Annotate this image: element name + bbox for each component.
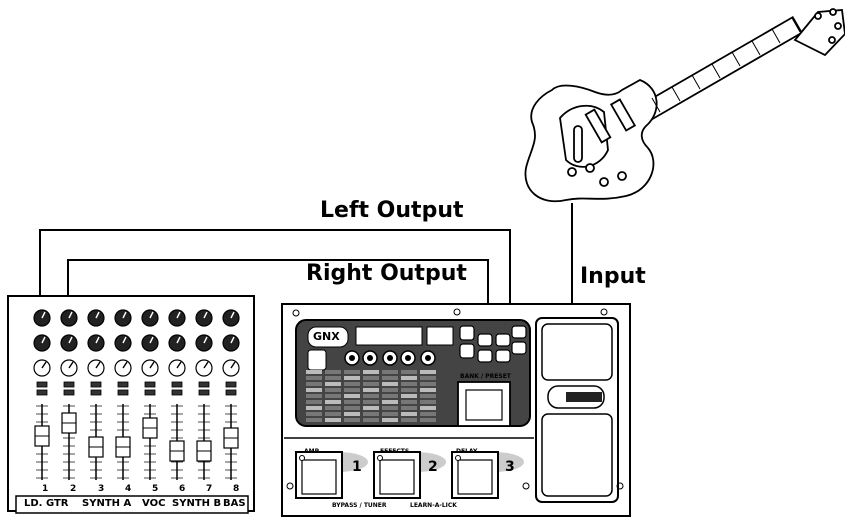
mixer-strip-labels: LD. GTR SYNTH A VOC SYNTH B BAS xyxy=(16,498,248,513)
channel-button[interactable] xyxy=(90,381,102,388)
channel-button[interactable] xyxy=(225,381,237,388)
electric-guitar xyxy=(524,8,845,203)
gnx-logo: GNX xyxy=(313,330,340,343)
bypass-tuner-label: BYPASS / TUNER xyxy=(332,502,387,509)
channel-button[interactable] xyxy=(36,381,48,388)
channel-button[interactable] xyxy=(117,381,129,388)
footswitch-num-1: 1 xyxy=(352,459,362,475)
channel-button[interactable] xyxy=(36,389,48,396)
left-output-label: Left Output xyxy=(320,198,464,223)
input-label: Input xyxy=(580,264,646,289)
mixer-console xyxy=(7,295,255,514)
footswitch-num-2: 2 xyxy=(428,459,438,475)
channel-button[interactable] xyxy=(144,389,156,396)
strip-label-synth-b: SYNTH B xyxy=(172,498,222,509)
channel-number: 7 xyxy=(206,484,213,494)
strip-label-bas: BAS xyxy=(223,498,246,509)
footswitch-title-delay: DELAY xyxy=(456,448,478,455)
bank-preset-label: BANK / PRESET xyxy=(460,373,511,380)
channel-numbers: 1 2 3 4 5 6 7 8 xyxy=(8,484,254,496)
right-output-label: Right Output xyxy=(306,261,467,286)
channel-number: 5 xyxy=(152,484,159,494)
channel-number: 8 xyxy=(233,484,240,494)
channel-button[interactable] xyxy=(90,389,102,396)
channel-number: 6 xyxy=(179,484,186,494)
channel-number: 4 xyxy=(125,484,132,494)
connection-diagram xyxy=(7,8,845,517)
footswitch-title-amp: AMP xyxy=(304,448,320,455)
footswitch-num-3: 3 xyxy=(505,459,515,475)
channel-button[interactable] xyxy=(171,389,183,396)
footswitch-title-effects: EFFECTS xyxy=(380,448,410,455)
channel-button[interactable] xyxy=(171,381,183,388)
strip-label-voc: VOC xyxy=(142,498,166,509)
channel-button[interactable] xyxy=(198,381,210,388)
channel-button[interactable] xyxy=(117,389,129,396)
channel-button[interactable] xyxy=(63,389,75,396)
channel-button[interactable] xyxy=(225,389,237,396)
learn-a-lick-label: LEARN-A-LICK xyxy=(410,502,457,509)
channel-button[interactable] xyxy=(144,381,156,388)
channel-number: 2 xyxy=(70,484,77,494)
channel-button[interactable] xyxy=(198,389,210,396)
strip-label-ld-gtr: LD. GTR xyxy=(24,498,69,509)
strip-label-synth-a: SYNTH A xyxy=(82,498,132,509)
channel-number: 3 xyxy=(98,484,105,494)
channel-number: 1 xyxy=(42,484,49,494)
channel-button[interactable] xyxy=(63,381,75,388)
